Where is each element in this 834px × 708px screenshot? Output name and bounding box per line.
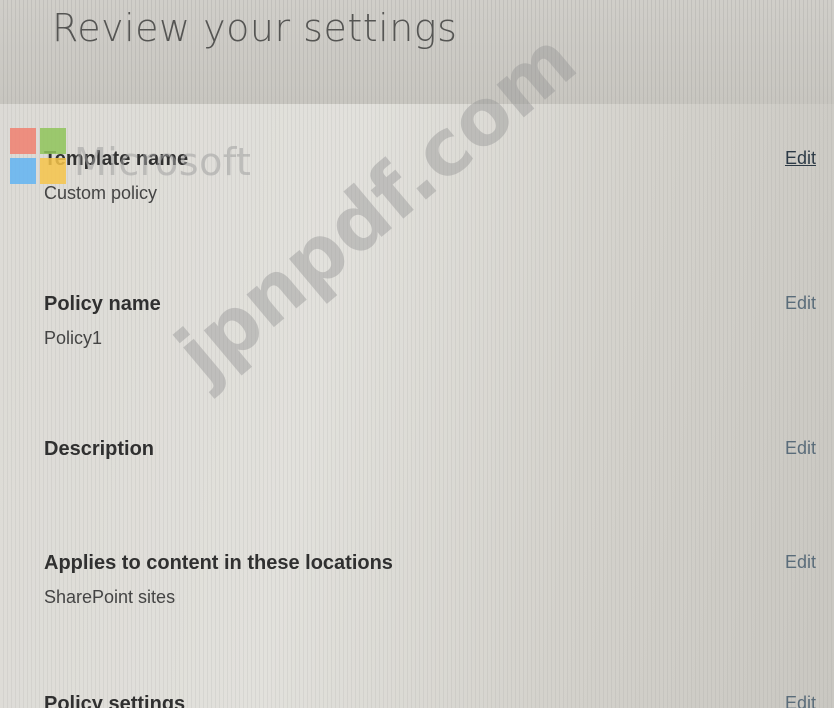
section-description: Description Edit xyxy=(44,438,820,461)
policy-settings-label: Policy settings xyxy=(44,693,186,708)
locations-value: SharePoint sites xyxy=(44,587,176,607)
section-policy-name: Policy name Policy1 Edit xyxy=(44,293,820,349)
section-locations: Applies to content in these locations Sh… xyxy=(44,552,820,608)
description-label: Description xyxy=(44,438,155,460)
edit-description-link[interactable]: Edit xyxy=(785,438,816,459)
review-settings-screen: Review your settings Template name Custo… xyxy=(0,0,834,708)
policy-name-label: Policy name xyxy=(44,293,161,315)
edit-policy-name-link[interactable]: Edit xyxy=(785,293,816,314)
edit-locations-link[interactable]: Edit xyxy=(785,552,816,573)
microsoft-logo-watermark-icon xyxy=(10,128,72,190)
page-title: Review your settings xyxy=(52,6,458,50)
locations-label: Applies to content in these locations xyxy=(44,552,393,574)
edit-policy-settings-link[interactable]: Edit xyxy=(785,693,816,708)
section-policy-settings: Policy settings Edit xyxy=(44,693,820,708)
microsoft-watermark-text: Microsoft xyxy=(74,140,252,184)
header-band: Review your settings xyxy=(0,0,834,104)
edit-template-name-link[interactable]: Edit xyxy=(785,148,816,169)
